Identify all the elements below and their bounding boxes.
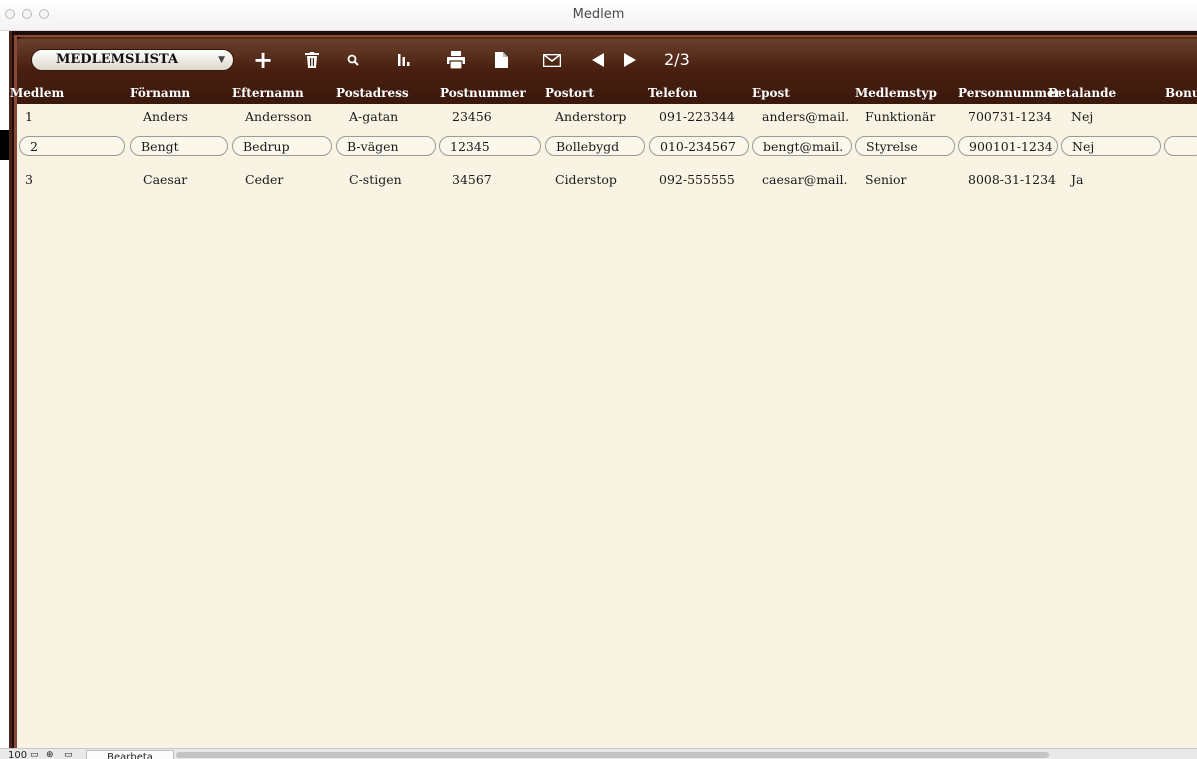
col-header-medlemstyp[interactable]: Medlemstyp <box>855 86 937 100</box>
window-title: Medlem <box>572 7 625 22</box>
col-header-bonus[interactable]: Bonu <box>1165 86 1197 100</box>
cell-fornamn[interactable]: Caesar <box>130 170 228 190</box>
cell-efternamn[interactable]: Bedrup <box>232 136 332 156</box>
cell-medlemstyp[interactable]: Senior <box>855 170 955 190</box>
cell-postadress[interactable]: B-vägen <box>336 136 436 156</box>
col-header-postadress[interactable]: Postadress <box>336 86 409 100</box>
chart-icon[interactable] <box>395 48 413 72</box>
col-header-telefon[interactable]: Telefon <box>648 86 697 100</box>
layout-select-label: MEDLEMSLISTA <box>56 52 179 67</box>
cell-fornamn[interactable]: Bengt <box>130 136 228 156</box>
cell-medlemstyp[interactable]: Funktionär <box>855 107 955 127</box>
cell-betalande[interactable]: Ja <box>1061 170 1161 190</box>
cell-fornamn[interactable]: Anders <box>130 107 228 127</box>
cell-epost[interactable]: anders@mail. <box>752 107 852 127</box>
record-list: 1 Anders Andersson A-gatan 23456 Anderst… <box>17 104 1197 748</box>
window-edge <box>0 130 9 160</box>
cell-personnummer[interactable]: 700731-1234 <box>958 107 1058 127</box>
cell-medlemstyp[interactable]: Styrelse <box>855 136 955 156</box>
col-header-epost[interactable]: Epost <box>752 86 790 100</box>
cell-medlem[interactable]: 3 <box>19 170 125 190</box>
next-icon[interactable] <box>622 48 638 72</box>
cell-betalande[interactable]: Nej <box>1061 136 1161 156</box>
cell-efternamn[interactable]: Andersson <box>232 107 332 127</box>
layout-select[interactable]: MEDLEMSLISTA ▼ <box>31 49 234 71</box>
col-header-medlem[interactable]: Medlem <box>10 86 64 100</box>
cell-postort[interactable]: Ciderstop <box>545 170 645 190</box>
cell-postnummer[interactable]: 12345 <box>439 136 541 156</box>
cell-postadress[interactable]: A-gatan <box>336 107 436 127</box>
cell-efternamn[interactable]: Ceder <box>232 170 332 190</box>
cell-personnummer[interactable]: 900101-1234 <box>958 136 1058 156</box>
col-header-fornamn[interactable]: Förnamn <box>130 86 190 100</box>
cell-bonus[interactable] <box>1164 107 1197 127</box>
table-row[interactable]: 1 Anders Andersson A-gatan 23456 Anderst… <box>17 104 1197 130</box>
cell-postadress[interactable]: C-stigen <box>336 170 436 190</box>
cell-personnummer[interactable]: 8008-31-1234 <box>958 170 1058 190</box>
cell-telefon[interactable]: 091-223344 <box>649 107 749 127</box>
cell-epost[interactable]: caesar@mail. <box>752 170 852 190</box>
cell-bonus[interactable] <box>1164 170 1197 190</box>
cell-medlem[interactable]: 1 <box>19 107 125 127</box>
mail-icon[interactable] <box>541 48 563 72</box>
plus-icon[interactable]: + <box>252 46 274 74</box>
cell-postnummer[interactable]: 34567 <box>439 170 541 190</box>
cell-bonus[interactable] <box>1164 136 1197 156</box>
document-icon[interactable] <box>492 48 510 72</box>
trash-icon[interactable] <box>303 48 321 72</box>
cell-telefon[interactable]: 010-234567 <box>649 136 749 156</box>
col-header-postnummer[interactable]: Postnummer <box>440 86 526 100</box>
print-icon[interactable] <box>445 48 467 72</box>
prev-icon[interactable] <box>590 48 606 72</box>
horizontal-scrollbar[interactable] <box>176 752 1049 758</box>
cell-betalande[interactable]: Nej <box>1061 107 1161 127</box>
cell-epost[interactable]: bengt@mail. <box>752 136 852 156</box>
cell-medlem[interactable]: 2 <box>19 136 125 156</box>
cell-postort[interactable]: Anderstorp <box>545 107 645 127</box>
table-row[interactable]: 2 Bengt Bedrup B-vägen 12345 Bollebygd 0… <box>17 133 1197 159</box>
window-titlebar: Medlem <box>0 0 1197 31</box>
cell-postnummer[interactable]: 23456 <box>439 107 541 127</box>
table-row[interactable]: 3 Caesar Ceder C-stigen 34567 Ciderstop … <box>17 167 1197 193</box>
col-header-betalande[interactable]: Betalande <box>1048 86 1116 100</box>
col-header-efternamn[interactable]: Efternamn <box>232 86 304 100</box>
cell-telefon[interactable]: 092-555555 <box>649 170 749 190</box>
cell-postort[interactable]: Bollebygd <box>545 136 645 156</box>
col-header-postort[interactable]: Postort <box>545 86 594 100</box>
record-position: 2/3 <box>664 50 690 69</box>
col-header-personnummer[interactable]: Personnummer <box>958 86 1061 100</box>
search-icon[interactable] <box>345 48 361 72</box>
chevron-down-icon: ▼ <box>218 55 225 65</box>
status-bar: 100 ▭ ⊕ ▭ Bearbeta <box>0 748 1197 759</box>
